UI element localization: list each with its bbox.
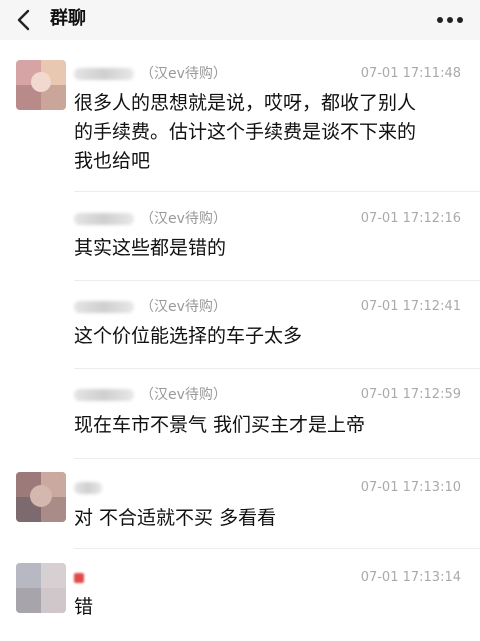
divider bbox=[74, 368, 480, 369]
divider bbox=[74, 280, 480, 281]
message-text: 很多人的思想就是说，哎呀，都收了别人 的手续费。估计这个手续费是谈不下来的 我也… bbox=[74, 92, 417, 172]
blurred-name bbox=[74, 301, 134, 313]
header-bar: 群聊 bbox=[0, 0, 480, 40]
message-text: 其实这些都是错的 bbox=[74, 237, 227, 259]
page-title: 群聊 bbox=[50, 8, 86, 29]
message-time: 07-01 17:12:41 bbox=[360, 299, 461, 314]
blurred-name bbox=[74, 482, 102, 494]
message-list[interactable]: （汉ev待购） 07-01 17:11:48 很多人的思想就是说，哎呀，都收了别… bbox=[0, 40, 480, 641]
avatar[interactable] bbox=[16, 472, 66, 522]
message-time: 07-01 17:12:59 bbox=[360, 387, 461, 402]
avatar[interactable] bbox=[16, 563, 66, 613]
sender-name: （汉ev待购） bbox=[74, 385, 227, 405]
sender-name: （汉ev待购） bbox=[74, 64, 227, 84]
message-text: 错 bbox=[74, 596, 94, 618]
blurred-name bbox=[74, 213, 134, 225]
sender-name: （汉ev待购） bbox=[74, 209, 227, 229]
message-time: 07-01 17:13:10 bbox=[360, 480, 461, 495]
message-time: 07-01 17:13:14 bbox=[360, 570, 461, 585]
blurred-name bbox=[74, 389, 134, 401]
message-time: 07-01 17:11:48 bbox=[360, 66, 461, 81]
divider bbox=[74, 191, 480, 192]
message-text: 现在车市不景气 我们买主才是上帝 bbox=[74, 414, 366, 436]
sender-name bbox=[74, 568, 90, 588]
message-text: 对 不合适就不买 多看看 bbox=[74, 507, 277, 529]
divider bbox=[74, 458, 480, 459]
blurred-name bbox=[74, 573, 84, 583]
avatar[interactable] bbox=[16, 60, 66, 110]
more-dots-icon[interactable] bbox=[436, 13, 464, 27]
message-time: 07-01 17:12:16 bbox=[360, 211, 461, 226]
message-text: 这个价位能选择的车子太多 bbox=[74, 325, 303, 347]
sender-name bbox=[74, 478, 108, 498]
chevron-left-icon[interactable] bbox=[14, 9, 34, 31]
divider bbox=[74, 548, 480, 549]
blurred-name bbox=[74, 68, 134, 80]
sender-name: （汉ev待购） bbox=[74, 297, 227, 317]
